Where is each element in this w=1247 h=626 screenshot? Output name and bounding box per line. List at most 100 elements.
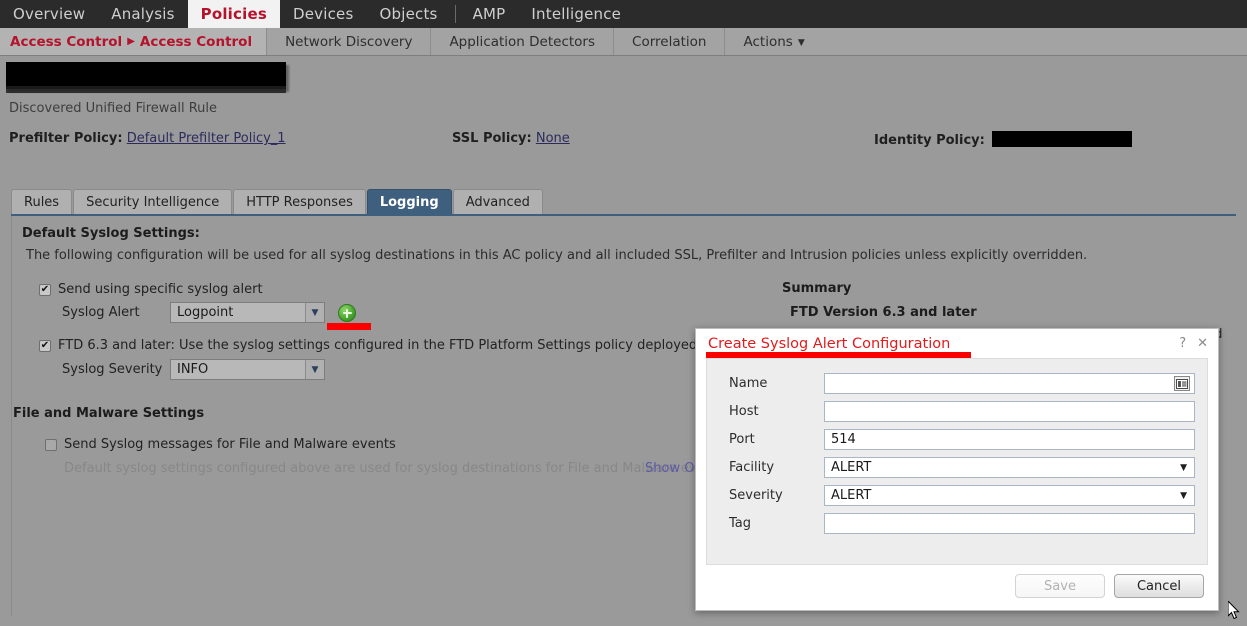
dialog-title: Create Syslog Alert Configuration xyxy=(708,335,951,352)
send-specific-syslog-alert-checkbox-row[interactable]: ✔ Send using specific syslog alert xyxy=(39,282,263,297)
send-syslog-file-malware-label: Send Syslog messages for File and Malwar… xyxy=(64,437,396,452)
nav-item-devices[interactable]: Devices xyxy=(280,0,367,28)
secondary-navbar: Access Control ▶ Access Control Network … xyxy=(0,28,1247,56)
subnav-item-correlation-label: Correlation xyxy=(632,33,707,50)
cancel-button[interactable]: Cancel xyxy=(1114,574,1204,598)
summary-heading: Summary xyxy=(782,281,852,296)
tab-http-responses-label: HTTP Responses xyxy=(246,194,353,210)
checkbox-checked-icon[interactable]: ✔ xyxy=(39,283,51,296)
breadcrumb-parent: Access Control xyxy=(10,33,123,50)
ssl-policy-link[interactable]: None xyxy=(536,131,570,146)
chevron-down-icon: ▼ xyxy=(1180,462,1187,473)
port-field[interactable]: 514 xyxy=(824,429,1195,450)
tab-advanced-label: Advanced xyxy=(465,194,530,210)
policy-subtitle: Discovered Unified Firewall Rule xyxy=(9,101,218,116)
mouse-cursor xyxy=(1228,601,1240,620)
nav-item-devices-label: Devices xyxy=(292,5,354,23)
subnav-item-actions[interactable]: Actions ▼ xyxy=(724,28,822,55)
host-field[interactable] xyxy=(824,401,1195,422)
chevron-right-icon: ▶ xyxy=(127,36,135,47)
default-syslog-settings-heading: Default Syslog Settings: xyxy=(22,226,200,241)
file-and-malware-settings-heading: File and Malware Settings xyxy=(13,406,205,421)
address-card-icon[interactable] xyxy=(1174,376,1190,391)
tab-logging[interactable]: Logging xyxy=(366,189,452,214)
app-root: Overview Analysis Policies Devices Objec… xyxy=(0,0,1247,626)
save-button-label: Save xyxy=(1044,578,1076,594)
cancel-button-label: Cancel xyxy=(1136,578,1182,594)
subnav-item-network-discovery-label: Network Discovery xyxy=(285,33,413,50)
ftd-63-platform-settings-checkbox-row[interactable]: ✔ FTD 6.3 and later: Use the syslog sett… xyxy=(39,338,790,353)
save-button[interactable]: Save xyxy=(1015,574,1105,598)
nav-item-intelligence[interactable]: Intelligence xyxy=(518,0,634,28)
dialog-footer: Save Cancel xyxy=(696,568,1218,610)
nav-item-policies[interactable]: Policies xyxy=(187,0,280,28)
policy-name-redacted xyxy=(6,62,286,89)
default-syslog-description: The following configuration will be used… xyxy=(26,248,1088,263)
annotation-underline-dialog-title xyxy=(706,352,971,358)
form-row-port: Port 514 xyxy=(707,429,1207,450)
tab-security-intelligence-label: Security Intelligence xyxy=(86,194,220,210)
nav-item-overview-label: Overview xyxy=(13,5,86,23)
ssl-policy-label: SSL Policy: xyxy=(452,131,532,146)
nav-item-analysis-label: Analysis xyxy=(111,5,175,23)
subnav-item-application-detectors-label: Application Detectors xyxy=(449,33,596,50)
nav-divider xyxy=(454,5,456,23)
checkbox-checked-icon[interactable]: ✔ xyxy=(39,339,51,352)
tab-rules-label: Rules xyxy=(24,194,60,210)
form-row-severity: Severity ALERT ▼ xyxy=(707,485,1207,506)
tag-field[interactable] xyxy=(824,513,1195,534)
form-row-name: Name xyxy=(707,373,1207,394)
name-field[interactable] xyxy=(824,373,1195,394)
primary-navbar: Overview Analysis Policies Devices Objec… xyxy=(0,0,1247,28)
severity-select[interactable]: ALERT ▼ xyxy=(824,485,1195,506)
file-malware-override-note: Default syslog settings configured above… xyxy=(64,461,725,476)
port-field-value: 514 xyxy=(831,432,856,447)
nav-item-objects[interactable]: Objects xyxy=(366,0,450,28)
policy-name-redaction-shadow xyxy=(6,86,286,93)
chevron-down-icon: ▼ xyxy=(305,360,324,379)
prefilter-policy-row: Prefilter Policy: Default Prefilter Poli… xyxy=(9,131,286,146)
syslog-alert-select[interactable]: Logpoint ▼ xyxy=(170,302,325,323)
nav-item-policies-label: Policies xyxy=(200,5,267,23)
facility-select[interactable]: ALERT ▼ xyxy=(824,457,1195,478)
chevron-down-icon: ▼ xyxy=(797,37,805,48)
tab-advanced[interactable]: Advanced xyxy=(452,189,543,214)
port-field-label: Port xyxy=(729,432,755,447)
address-card-glyph xyxy=(1176,378,1188,389)
subnav-item-actions-label: Actions xyxy=(743,33,793,50)
facility-select-value: ALERT xyxy=(831,460,872,475)
subnav-item-application-detectors[interactable]: Application Detectors xyxy=(430,28,613,55)
add-syslog-alert-button[interactable] xyxy=(338,304,356,322)
tab-rules[interactable]: Rules xyxy=(11,189,73,214)
identity-policy-label: Identity Policy: xyxy=(874,133,985,148)
severity-select-value: ALERT xyxy=(831,488,872,503)
tab-logging-label: Logging xyxy=(379,194,439,210)
nav-item-overview[interactable]: Overview xyxy=(0,0,98,28)
identity-policy-row: Identity Policy: xyxy=(874,131,1132,148)
close-icon[interactable]: ✕ xyxy=(1197,336,1208,351)
send-syslog-file-malware-checkbox-row[interactable]: Send Syslog messages for File and Malwar… xyxy=(45,437,396,452)
help-icon[interactable]: ? xyxy=(1179,336,1186,351)
tab-security-intelligence[interactable]: Security Intelligence xyxy=(73,189,233,214)
checkbox-unchecked-icon[interactable] xyxy=(45,438,57,451)
subnav-item-correlation[interactable]: Correlation xyxy=(613,28,724,55)
nav-item-objects-label: Objects xyxy=(379,5,438,23)
nav-item-amp-label: AMP xyxy=(472,5,506,23)
breadcrumb[interactable]: Access Control ▶ Access Control xyxy=(0,28,267,55)
subnav-item-network-discovery[interactable]: Network Discovery xyxy=(266,28,430,55)
ftd-63-platform-settings-label: FTD 6.3 and later: Use the syslog settin… xyxy=(58,338,790,353)
send-specific-syslog-alert-label: Send using specific syslog alert xyxy=(58,282,263,297)
prefilter-policy-link[interactable]: Default Prefilter Policy_1 xyxy=(127,131,286,146)
name-field-label: Name xyxy=(729,376,768,391)
chevron-down-icon: ▼ xyxy=(305,303,324,322)
nav-item-analysis[interactable]: Analysis xyxy=(98,0,187,28)
nav-item-amp[interactable]: AMP xyxy=(460,0,519,28)
tab-http-responses[interactable]: HTTP Responses xyxy=(233,189,366,214)
dialog-header-controls: ? ✕ xyxy=(1179,336,1208,351)
syslog-severity-select[interactable]: INFO ▼ xyxy=(170,359,325,380)
host-field-label: Host xyxy=(729,404,759,419)
dialog-body: Name Host Port 514 Facility ALERT ▼ Seve… xyxy=(706,358,1208,565)
syslog-alert-label: Syslog Alert xyxy=(62,305,140,320)
nav-item-intelligence-label: Intelligence xyxy=(531,5,622,23)
syslog-severity-value: INFO xyxy=(177,362,209,377)
